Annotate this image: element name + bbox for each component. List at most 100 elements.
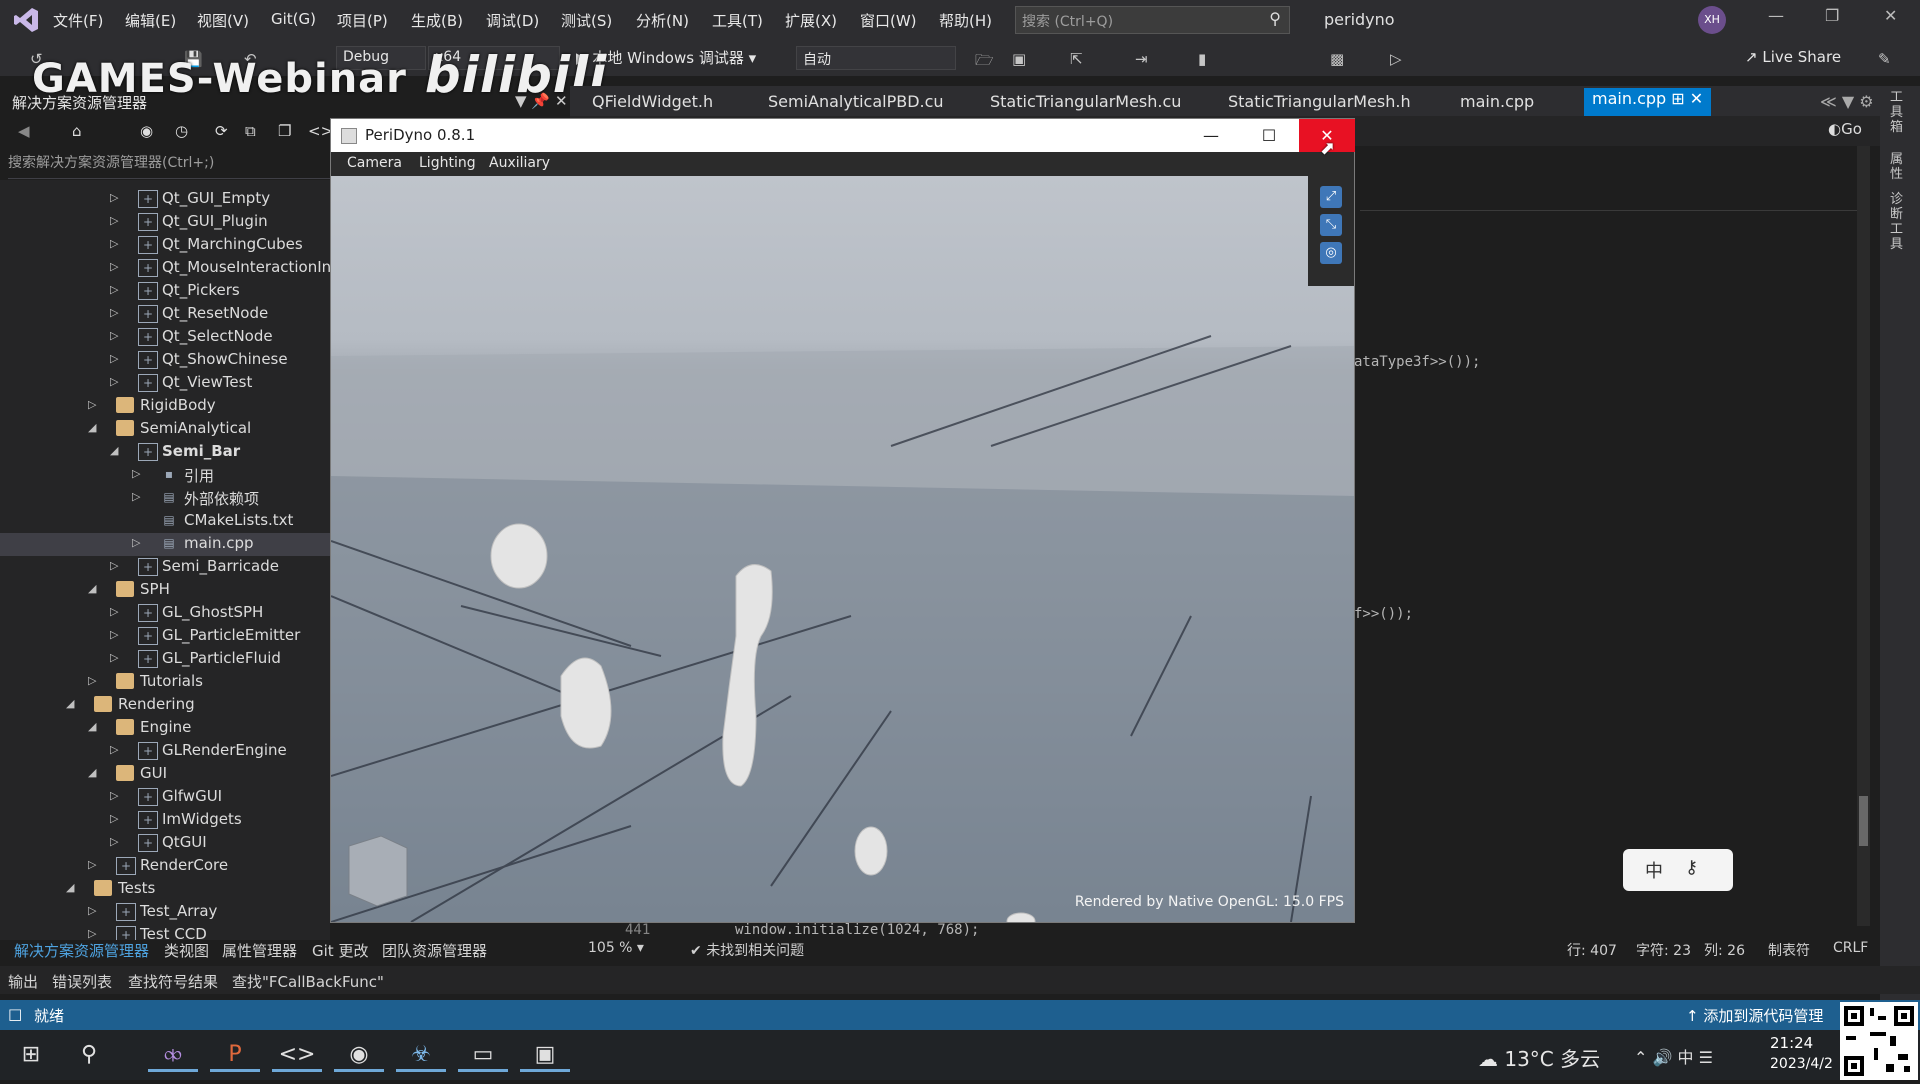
menu-help[interactable]: 帮助(H): [939, 10, 992, 31]
tree-item[interactable]: ▷ +Qt_MouseInteractionInGraph: [0, 257, 330, 280]
menu-lighting[interactable]: Lighting: [419, 155, 476, 171]
tree-item[interactable]: ▷ + Qt_GUI_Plugin: [0, 211, 330, 234]
screenshot-icon[interactable]: ▣: [1012, 50, 1026, 68]
expanded-arrow-icon[interactable]: ◢: [88, 421, 96, 434]
powerpoint-taskbar-icon[interactable]: P: [210, 1038, 260, 1072]
live-share-button[interactable]: ↗ Live Share: [1745, 48, 1841, 66]
tab-statictriangularmesh-h[interactable]: StaticTriangularMesh.h: [1228, 92, 1411, 111]
tree-item[interactable]: ▷ RigidBody: [0, 395, 330, 418]
menu-build[interactable]: 生成(B): [411, 10, 463, 31]
collapse-all-icon[interactable]: ⧉: [245, 122, 256, 140]
menu-project[interactable]: 项目(P): [337, 10, 388, 31]
collapsed-arrow-icon[interactable]: ▷: [110, 329, 118, 342]
tab-output[interactable]: 输出: [8, 971, 38, 992]
ime-floating-widget[interactable]: 中 ⚷: [1623, 849, 1733, 891]
solution-explorer-search[interactable]: 搜索解决方案资源管理器(Ctrl+;): [8, 152, 330, 179]
back-nav-icon[interactable]: ◀: [18, 122, 30, 140]
tree-item[interactable]: ▷ + GL_ParticleEmitter: [0, 625, 330, 648]
menu-auxiliary[interactable]: Auxiliary: [489, 155, 550, 171]
tab-error-list[interactable]: 错误列表: [52, 971, 112, 992]
menu-file[interactable]: 文件(F): [53, 10, 103, 31]
close-icon[interactable]: ✕: [1884, 6, 1897, 25]
diagnostics-tab[interactable]: 诊断工具: [1890, 192, 1908, 252]
collapsed-arrow-icon[interactable]: ▷: [88, 904, 96, 917]
zoom-dropdown[interactable]: 105 % ▾: [588, 940, 644, 956]
global-search-box[interactable]: 搜索 (Ctrl+Q) ⚲: [1015, 6, 1290, 34]
collapsed-arrow-icon[interactable]: ▷: [110, 191, 118, 204]
peridyno-maximize-icon[interactable]: ☐: [1241, 119, 1297, 152]
visual-studio-taskbar-icon[interactable]: ⧞: [148, 1038, 198, 1072]
collapsed-arrow-icon[interactable]: ▷: [110, 812, 118, 825]
weather-widget[interactable]: ☁ 13°C 多云: [1478, 1043, 1600, 1072]
home-icon[interactable]: ⌂: [72, 122, 82, 140]
run-icon[interactable]: ▷: [1390, 50, 1402, 68]
menu-test[interactable]: 测试(S): [561, 10, 612, 31]
restore-icon[interactable]: ❐: [1825, 6, 1839, 25]
vertical-scrollbar[interactable]: [1857, 146, 1870, 926]
tab-overflow-icon[interactable]: ≪ ▼ ⚙: [1820, 92, 1874, 111]
menu-extensions[interactable]: 扩展(X): [785, 10, 837, 31]
feedback-icon[interactable]: ✎: [1878, 50, 1891, 68]
tree-item[interactable]: ▷ + GLRenderEngine: [0, 740, 330, 763]
scrollbar-thumb[interactable]: [1859, 796, 1868, 846]
expanded-arrow-icon[interactable]: ◢: [88, 720, 96, 733]
tab-find-results[interactable]: 查找"FCallBackFunc": [232, 971, 384, 992]
fit-view-icon[interactable]: ⤢: [1320, 186, 1342, 208]
expanded-arrow-icon[interactable]: ◢: [66, 697, 74, 710]
tab-main-cpp[interactable]: main.cpp: [1460, 92, 1534, 111]
collapsed-arrow-icon[interactable]: ▷: [110, 237, 118, 250]
tab-property-manager[interactable]: 属性管理器: [222, 940, 297, 961]
tree-item[interactable]: ▷ + Test_Array: [0, 901, 330, 924]
collapsed-arrow-icon[interactable]: ▷: [132, 536, 140, 549]
browser-taskbar-icon[interactable]: ◉: [334, 1038, 384, 1072]
tree-item[interactable]: ▷ + GlfwGUI: [0, 786, 330, 809]
tree-item[interactable]: ◢ Tests: [0, 878, 330, 901]
tab-main-cpp-active[interactable]: main.cpp ⊞ ✕: [1584, 88, 1712, 116]
indent-icon[interactable]: ⇥: [1135, 50, 1148, 68]
tab-qfieldwidget-h[interactable]: QFieldWidget.h: [592, 92, 713, 111]
tree-item[interactable]: ◢ Engine: [0, 717, 330, 740]
solution-config-dropdown[interactable]: 自动: [796, 46, 956, 70]
tray-icons[interactable]: ⌃ 🔊 中 ☰: [1634, 1044, 1713, 1068]
tree-item[interactable]: ▷ + ImWidgets: [0, 809, 330, 832]
expanded-arrow-icon[interactable]: ◢: [66, 881, 74, 894]
globe-icon[interactable]: ◎: [1320, 242, 1342, 264]
tab-class-view[interactable]: 类视图: [164, 940, 209, 961]
ime-skin-icon[interactable]: ⚷: [1685, 857, 1698, 878]
terminal-taskbar-icon[interactable]: ▭: [458, 1038, 508, 1072]
tree-item[interactable]: ▷ + Qt_ResetNode: [0, 303, 330, 326]
step-icon[interactable]: ⇱: [1070, 50, 1083, 68]
collapsed-arrow-icon[interactable]: ▷: [88, 858, 96, 871]
zoom-extent-icon[interactable]: ⤡: [1320, 214, 1342, 236]
expanded-arrow-icon[interactable]: ◢: [88, 766, 96, 779]
issues-indicator[interactable]: ✔ 未找到相关问题: [690, 940, 804, 960]
add-to-source-control[interactable]: ↑ 添加到源代码管理: [1686, 1005, 1823, 1026]
menu-edit[interactable]: 编辑(E): [125, 10, 176, 31]
user-avatar[interactable]: XH: [1698, 6, 1726, 34]
properties-tab[interactable]: 属性: [1890, 152, 1908, 182]
collapsed-arrow-icon[interactable]: ▷: [110, 651, 118, 664]
tab-statictriangularmesh-cu[interactable]: StaticTriangularMesh.cu: [990, 92, 1181, 111]
collapsed-arrow-icon[interactable]: ▷: [110, 283, 118, 296]
tree-item[interactable]: ▷ + Qt_ViewTest: [0, 372, 330, 395]
ime-lang[interactable]: 中: [1645, 857, 1663, 883]
tree-item[interactable]: ▷ ▪ 引用: [0, 464, 330, 487]
tree-item[interactable]: ▤ CMakeLists.txt: [0, 510, 330, 533]
collapsed-arrow-icon[interactable]: ▷: [110, 835, 118, 848]
collapsed-arrow-icon[interactable]: ▷: [110, 260, 118, 273]
code-taskbar-icon[interactable]: <>: [272, 1038, 322, 1072]
pin-icon[interactable]: ▼ 📌: [515, 92, 550, 110]
pin-tab-icon[interactable]: ⊞: [1671, 89, 1684, 108]
menu-git[interactable]: Git(G): [271, 10, 316, 28]
menu-window[interactable]: 窗口(W): [860, 10, 917, 31]
menu-tools[interactable]: 工具(T): [712, 10, 763, 31]
collapsed-arrow-icon[interactable]: ▷: [110, 743, 118, 756]
tab-team-explorer[interactable]: 团队资源管理器: [382, 940, 487, 961]
eol-mode[interactable]: CRLF: [1833, 940, 1868, 956]
collapsed-arrow-icon[interactable]: ▷: [88, 674, 96, 687]
collapsed-arrow-icon[interactable]: ▷: [110, 214, 118, 227]
peridyno-minimize-icon[interactable]: —: [1183, 119, 1239, 152]
tree-item[interactable]: ▷ + GL_GhostSPH: [0, 602, 330, 625]
collapsed-arrow-icon[interactable]: ▷: [132, 490, 140, 503]
tree-item[interactable]: ▷ + Qt_Pickers: [0, 280, 330, 303]
